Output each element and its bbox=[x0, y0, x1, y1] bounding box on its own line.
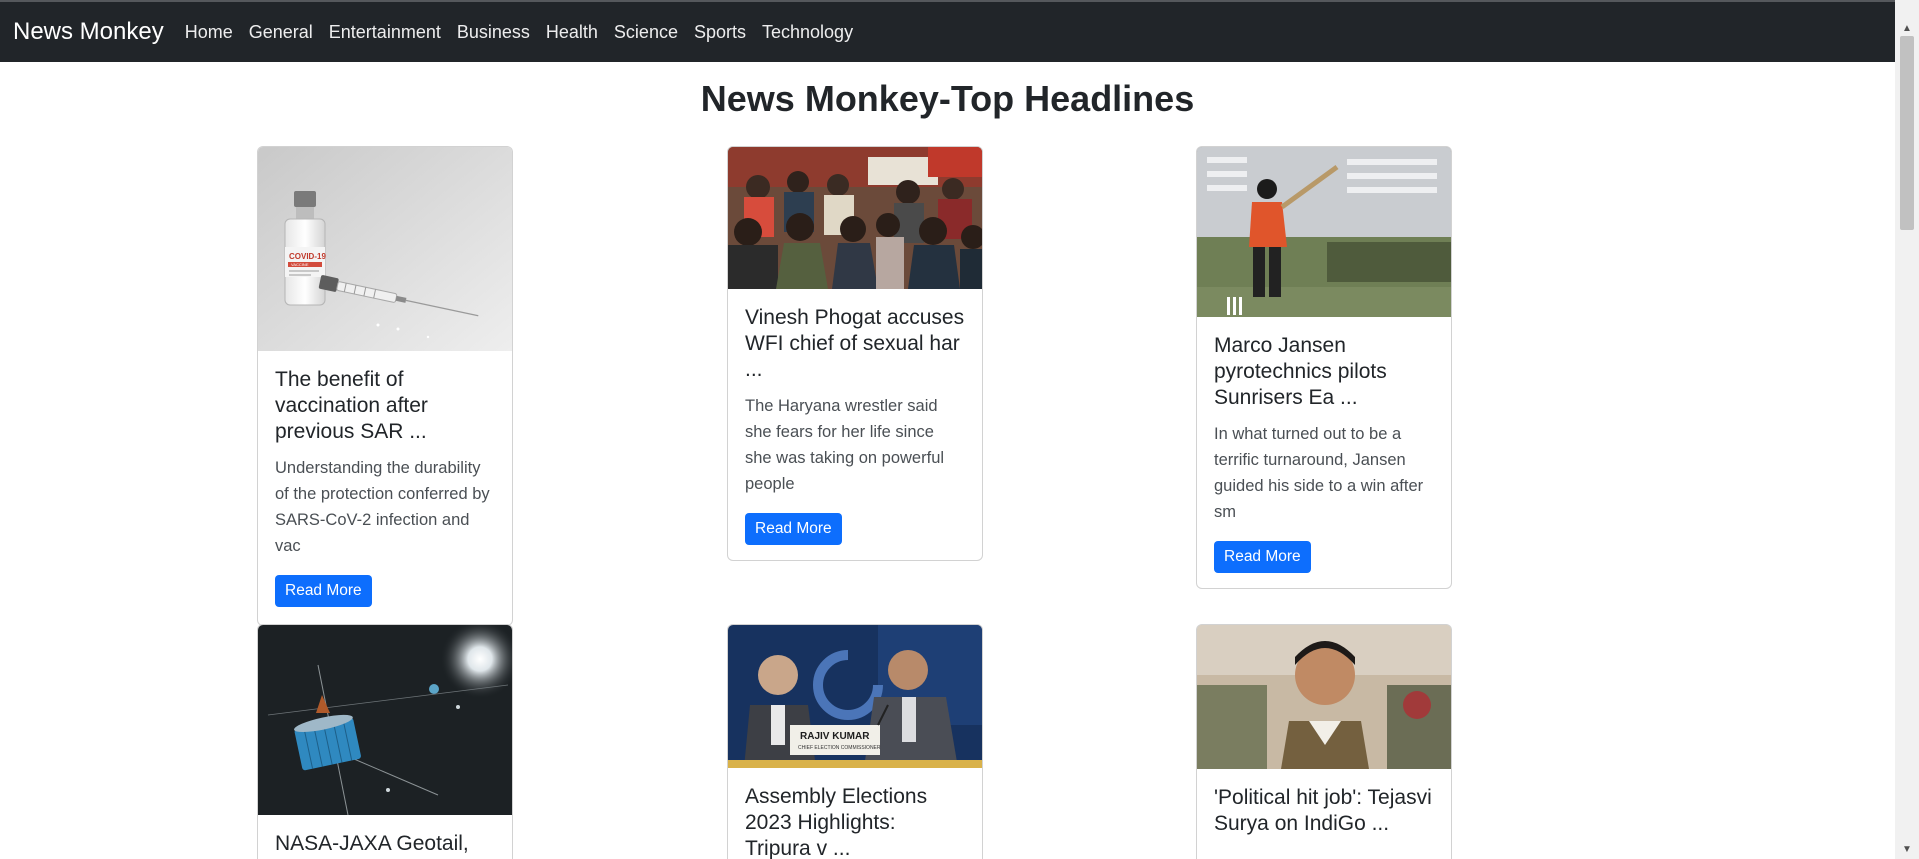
scroll-down-arrow-icon[interactable]: ▼ bbox=[1895, 839, 1919, 859]
read-more-button[interactable]: Read More bbox=[1214, 541, 1311, 573]
news-image-vaccine: COVID-19 VACCINE bbox=[258, 147, 512, 351]
news-card: COVID-19 VACCINE The benefit of vaccinat… bbox=[257, 146, 513, 626]
nav-health[interactable]: Health bbox=[538, 22, 606, 43]
news-card: 'Political hit job': Tejasvi Surya on In… bbox=[1196, 624, 1452, 859]
top-navbar: News Monkey Home General Entertainment B… bbox=[0, 0, 1895, 62]
nav-science[interactable]: Science bbox=[606, 22, 686, 43]
read-more-button[interactable]: Read More bbox=[745, 513, 842, 545]
news-image-election-commission: RAJIV KUMAR CHIEF ELECTION COMMISSIONER bbox=[728, 625, 982, 768]
nav-technology[interactable]: Technology bbox=[754, 22, 861, 43]
scroll-thumb[interactable] bbox=[1900, 36, 1914, 230]
card-description: In what turned out to be a terrific turn… bbox=[1214, 425, 1424, 521]
scroll-up-arrow-icon[interactable]: ▲ bbox=[1895, 18, 1919, 38]
card-title: 'Political hit job': Tejasvi Surya on In… bbox=[1214, 786, 1432, 835]
card-title: The benefit of vaccination after previou… bbox=[275, 368, 428, 443]
page-title: News Monkey-Top Headlines bbox=[700, 78, 1195, 119]
news-image-satellite bbox=[258, 625, 512, 815]
news-card: RAJIV KUMAR CHIEF ELECTION COMMISSIONER … bbox=[727, 624, 983, 859]
nav-sports[interactable]: Sports bbox=[686, 22, 754, 43]
nav-business[interactable]: Business bbox=[449, 22, 538, 43]
card-title: Vinesh Phogat accuses WFI chief of sexua… bbox=[745, 306, 965, 381]
news-image-protest bbox=[728, 147, 982, 289]
news-image-politician bbox=[1197, 625, 1451, 769]
card-body: Vinesh Phogat accuses WFI chief of sexua… bbox=[728, 289, 982, 560]
card-title: NASA-JAXA Geotail, bbox=[275, 832, 469, 855]
nav-entertainment[interactable]: Entertainment bbox=[321, 22, 449, 43]
news-card: Marco Jansen pyrotechnics pilots Sunrise… bbox=[1196, 146, 1452, 589]
vial-sublabel: VACCINE bbox=[291, 262, 309, 267]
nameplate-subtext: CHIEF ELECTION COMMISSIONER bbox=[798, 745, 881, 751]
vial-label: COVID-19 bbox=[289, 252, 326, 261]
read-more-button[interactable]: Read More bbox=[275, 575, 372, 607]
card-description: Understanding the durability of the prot… bbox=[275, 459, 490, 555]
card-body: NASA-JAXA Geotail, bbox=[258, 815, 512, 859]
nav-home[interactable]: Home bbox=[177, 22, 241, 43]
card-title: Marco Jansen pyrotechnics pilots Sunrise… bbox=[1214, 334, 1387, 409]
card-description: The Haryana wrestler said she fears for … bbox=[745, 397, 945, 493]
vertical-scrollbar[interactable]: ▲ ▼ bbox=[1895, 0, 1919, 859]
card-body: Assembly Elections 2023 Highlights: Trip… bbox=[728, 768, 982, 859]
card-body: 'Political hit job': Tejasvi Surya on In… bbox=[1197, 769, 1451, 859]
news-card: Vinesh Phogat accuses WFI chief of sexua… bbox=[727, 146, 983, 561]
news-card: NASA-JAXA Geotail, bbox=[257, 624, 513, 859]
nameplate-text: RAJIV KUMAR bbox=[800, 731, 870, 742]
brand-link[interactable]: News Monkey bbox=[13, 18, 164, 46]
nav-general[interactable]: General bbox=[241, 22, 321, 43]
card-title: Assembly Elections 2023 Highlights: Trip… bbox=[745, 785, 928, 859]
news-image-cricket bbox=[1197, 147, 1451, 317]
card-body: The benefit of vaccination after previou… bbox=[258, 351, 512, 624]
card-body: Marco Jansen pyrotechnics pilots Sunrise… bbox=[1197, 317, 1451, 588]
